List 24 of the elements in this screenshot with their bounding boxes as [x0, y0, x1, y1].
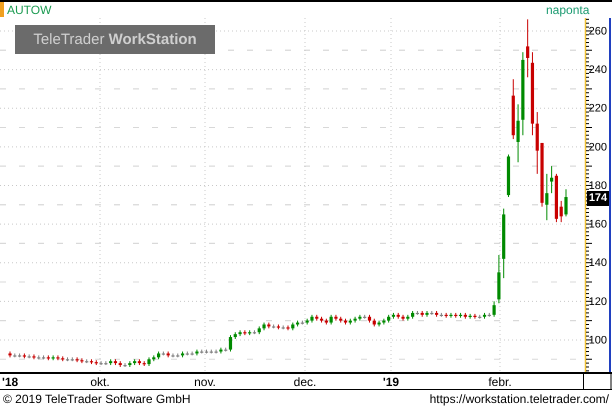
- price-label: 240: [588, 64, 607, 76]
- date-label: febr.: [488, 375, 512, 389]
- interval-label: naponta: [546, 3, 590, 17]
- symbol-label: AUTOW: [7, 3, 52, 17]
- last-price-tag: 174: [587, 191, 609, 206]
- price-label: 220: [588, 102, 607, 115]
- price-label: 140: [588, 257, 607, 270]
- logo: TeleTrader WorkStation: [15, 25, 215, 54]
- date-label: '18: [2, 375, 18, 389]
- candlestick: [502, 208, 506, 279]
- url-text: https://workstation.teletrader.com/: [430, 391, 609, 408]
- candlestick: [506, 154, 510, 198]
- date-label: nov.: [194, 375, 216, 389]
- price-label: 100: [588, 334, 607, 346]
- price-label: 180: [588, 180, 607, 192]
- symbol-marker: [0, 2, 4, 17]
- date-label: okt.: [90, 375, 110, 389]
- price-label: 160: [588, 218, 607, 231]
- price-label: 200: [588, 141, 607, 154]
- date-label: '19: [382, 375, 400, 389]
- price-label: 120: [588, 296, 607, 308]
- price-label: 260: [588, 25, 607, 38]
- copyright-text: © 2019 TeleTrader Software GmbH: [3, 391, 191, 408]
- date-label: dec.: [294, 375, 316, 389]
